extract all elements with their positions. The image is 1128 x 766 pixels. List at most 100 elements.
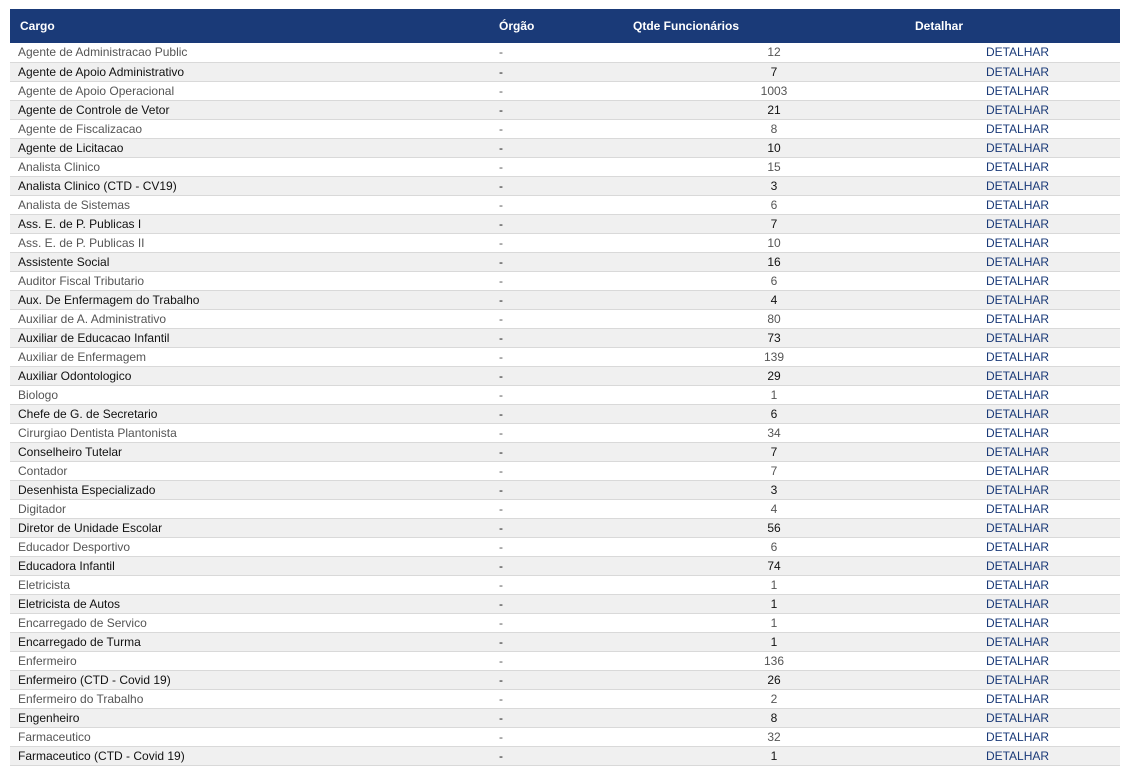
detalhar-link[interactable]: DETALHAR <box>986 122 1049 136</box>
detalhar-cell: DETALHAR <box>915 271 1120 291</box>
cargo-cell: Eletricista de Autos <box>10 594 499 614</box>
orgao-cell: - <box>499 176 633 196</box>
detalhar-link[interactable]: DETALHAR <box>986 331 1049 345</box>
detalhar-cell: DETALHAR <box>915 176 1120 196</box>
table-row: Eletricista -1 DETALHAR <box>10 575 1120 595</box>
detalhar-link[interactable]: DETALHAR <box>986 616 1049 630</box>
detalhar-link[interactable]: DETALHAR <box>986 255 1049 269</box>
detalhar-link[interactable]: DETALHAR <box>986 388 1049 402</box>
qtde-cell: 29 <box>633 366 915 386</box>
detalhar-link[interactable]: DETALHAR <box>986 312 1049 326</box>
detalhar-link[interactable]: DETALHAR <box>986 502 1049 516</box>
table-row: Auxiliar Odontologico -29 DETALHAR <box>10 366 1120 386</box>
cargo-cell: Auditor Fiscal Tributario <box>10 271 499 291</box>
qtde-cell: 136 <box>633 651 915 671</box>
qtde-cell: 3 <box>633 480 915 500</box>
detalhar-link[interactable]: DETALHAR <box>986 179 1049 193</box>
cargo-cell: Auxiliar de A. Administrativo <box>10 309 499 329</box>
orgao-cell: - <box>499 138 633 158</box>
detalhar-link[interactable]: DETALHAR <box>986 597 1049 611</box>
detalhar-link[interactable]: DETALHAR <box>986 578 1049 592</box>
orgao-cell: - <box>499 689 633 709</box>
qtde-cell: 26 <box>633 670 915 690</box>
qtde-cell: 7 <box>633 62 915 82</box>
qtde-cell: 1 <box>633 594 915 614</box>
table-row: Assistente Social -16 DETALHAR <box>10 252 1120 272</box>
detalhar-cell: DETALHAR <box>915 708 1120 728</box>
detalhar-cell: DETALHAR <box>915 689 1120 709</box>
table-row: Analista Clinico -15 DETALHAR <box>10 157 1120 177</box>
detalhar-link[interactable]: DETALHAR <box>986 45 1049 59</box>
table-row: Farmaceutico -32 DETALHAR <box>10 727 1120 747</box>
orgao-cell: - <box>499 100 633 120</box>
orgao-cell: - <box>499 43 633 63</box>
detalhar-link[interactable]: DETALHAR <box>986 483 1049 497</box>
cargo-cell: Eletricista <box>10 575 499 595</box>
column-header-orgao[interactable]: Órgão <box>499 9 633 43</box>
detalhar-link[interactable]: DETALHAR <box>986 65 1049 79</box>
cargo-cell: Auxiliar de Enfermagem <box>10 347 499 367</box>
detalhar-link[interactable]: DETALHAR <box>986 730 1049 744</box>
detalhar-link[interactable]: DETALHAR <box>986 445 1049 459</box>
table-row: Agente de Apoio Operacional -1003 DETALHAR <box>10 81 1120 101</box>
detalhar-link[interactable]: DETALHAR <box>986 160 1049 174</box>
detalhar-link[interactable]: DETALHAR <box>986 141 1049 155</box>
qtde-cell: 7 <box>633 214 915 234</box>
detalhar-link[interactable]: DETALHAR <box>986 464 1049 478</box>
detalhar-cell: DETALHAR <box>915 157 1120 177</box>
employees-by-role-table-container: Cargo Órgão Qtde Funcionários Detalhar A… <box>10 9 1120 766</box>
detalhar-cell: DETALHAR <box>915 651 1120 671</box>
orgao-cell: - <box>499 442 633 462</box>
table-row: Enfermeiro do Trabalho -2 DETALHAR <box>10 689 1120 709</box>
detalhar-cell: DETALHAR <box>915 727 1120 747</box>
cargo-cell: Agente de Apoio Administrativo <box>10 62 499 82</box>
detalhar-link[interactable]: DETALHAR <box>986 236 1049 250</box>
column-header-cargo[interactable]: Cargo <box>10 9 499 43</box>
column-header-detalhar: Detalhar <box>915 19 964 33</box>
orgao-cell: - <box>499 214 633 234</box>
cargo-cell: Assistente Social <box>10 252 499 272</box>
detalhar-link[interactable]: DETALHAR <box>986 749 1049 763</box>
detalhar-link[interactable]: DETALHAR <box>986 369 1049 383</box>
orgao-cell: - <box>499 328 633 348</box>
detalhar-link[interactable]: DETALHAR <box>986 559 1049 573</box>
detalhar-cell: DETALHAR <box>915 119 1120 139</box>
detalhar-link[interactable]: DETALHAR <box>986 540 1049 554</box>
cargo-cell: Encarregado de Servico <box>10 613 499 633</box>
table-row: Encarregado de Turma -1 DETALHAR <box>10 632 1120 652</box>
qtde-cell: 7 <box>633 461 915 481</box>
detalhar-link[interactable]: DETALHAR <box>986 521 1049 535</box>
orgao-cell: - <box>499 366 633 386</box>
detalhar-link[interactable]: DETALHAR <box>986 426 1049 440</box>
table-row: Chefe de G. de Secretario -6 DETALHAR <box>10 404 1120 424</box>
detalhar-link[interactable]: DETALHAR <box>986 635 1049 649</box>
table-header-row: Cargo Órgão Qtde Funcionários Detalhar <box>10 9 1120 43</box>
column-header-qtde[interactable]: Qtde Funcionários <box>633 9 915 43</box>
cargo-cell: Biologo <box>10 385 499 405</box>
detalhar-link[interactable]: DETALHAR <box>986 198 1049 212</box>
detalhar-cell: DETALHAR <box>915 195 1120 215</box>
orgao-cell: - <box>499 309 633 329</box>
detalhar-link[interactable]: DETALHAR <box>986 654 1049 668</box>
orgao-cell: - <box>499 157 633 177</box>
detalhar-link[interactable]: DETALHAR <box>986 350 1049 364</box>
cargo-cell: Enfermeiro do Trabalho <box>10 689 499 709</box>
qtde-cell: 6 <box>633 537 915 557</box>
table-row: Analista Clinico (CTD - CV19) -3 DETALHAR <box>10 176 1120 196</box>
qtde-cell: 7 <box>633 442 915 462</box>
detalhar-link[interactable]: DETALHAR <box>986 274 1049 288</box>
detalhar-link[interactable]: DETALHAR <box>986 103 1049 117</box>
detalhar-link[interactable]: DETALHAR <box>986 711 1049 725</box>
detalhar-cell: DETALHAR <box>915 252 1120 272</box>
table-row: Digitador -4 DETALHAR <box>10 499 1120 519</box>
detalhar-link[interactable]: DETALHAR <box>986 217 1049 231</box>
orgao-cell: - <box>499 252 633 272</box>
detalhar-link[interactable]: DETALHAR <box>986 293 1049 307</box>
table-row: Desenhista Especializado -3 DETALHAR <box>10 480 1120 500</box>
detalhar-link[interactable]: DETALHAR <box>986 407 1049 421</box>
detalhar-link[interactable]: DETALHAR <box>986 673 1049 687</box>
detalhar-link[interactable]: DETALHAR <box>986 84 1049 98</box>
detalhar-link[interactable]: DETALHAR <box>986 692 1049 706</box>
table-row: Agente de Administracao Public -12 DETALHA… <box>10 43 1120 63</box>
detalhar-cell: DETALHAR <box>915 594 1120 614</box>
